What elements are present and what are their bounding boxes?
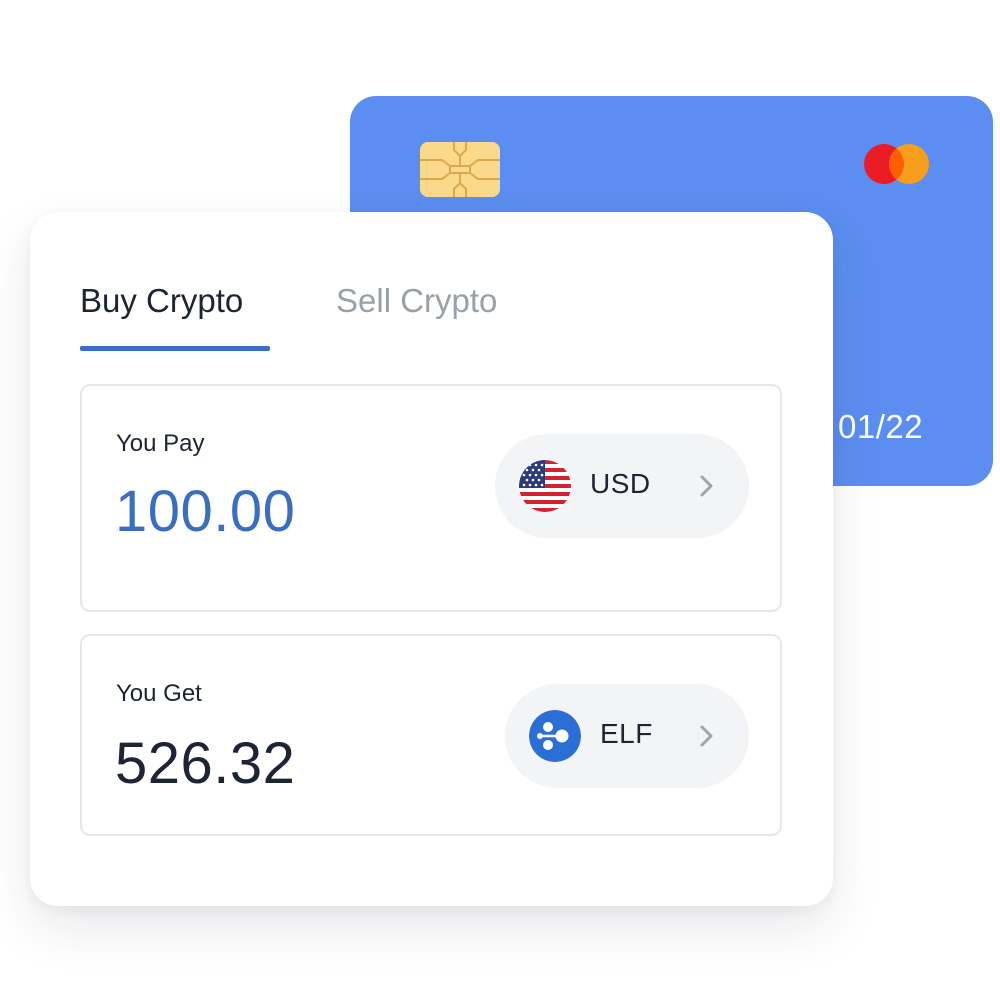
you-pay-box: You Pay 100.00 USD [80,384,782,612]
active-tab-indicator [80,346,270,351]
pay-currency-code: USD [590,468,651,499]
chevron-right-icon [700,475,713,497]
pay-currency-selector[interactable]: USD [495,434,749,538]
tab-sell-crypto[interactable]: Sell Crypto [336,282,497,320]
tab-bar: Buy Crypto Sell Crypto [80,282,600,352]
you-get-box: You Get 526.32 ELF [80,634,782,836]
buy-sell-widget: Buy Crypto Sell Crypto You Pay 100.00 US… [30,212,833,906]
card-expiry-date: 01/22 [838,408,924,445]
us-flag-icon [519,460,571,512]
chevron-right-icon [700,725,713,747]
you-pay-label: You Pay [116,430,205,457]
stage: 01/22 Buy Crypto Sell Crypto You Pay 100… [0,0,1000,1000]
get-currency-code: ELF [600,718,653,749]
card-chip-icon [420,142,500,197]
you-get-label: You Get [116,680,202,707]
get-amount-value: 526.32 [115,731,296,796]
tab-buy-crypto[interactable]: Buy Crypto [80,282,243,320]
mastercard-icon [864,144,929,184]
elf-token-icon [529,710,581,762]
get-currency-selector[interactable]: ELF [505,684,749,788]
pay-amount-input[interactable]: 100.00 [115,478,295,545]
